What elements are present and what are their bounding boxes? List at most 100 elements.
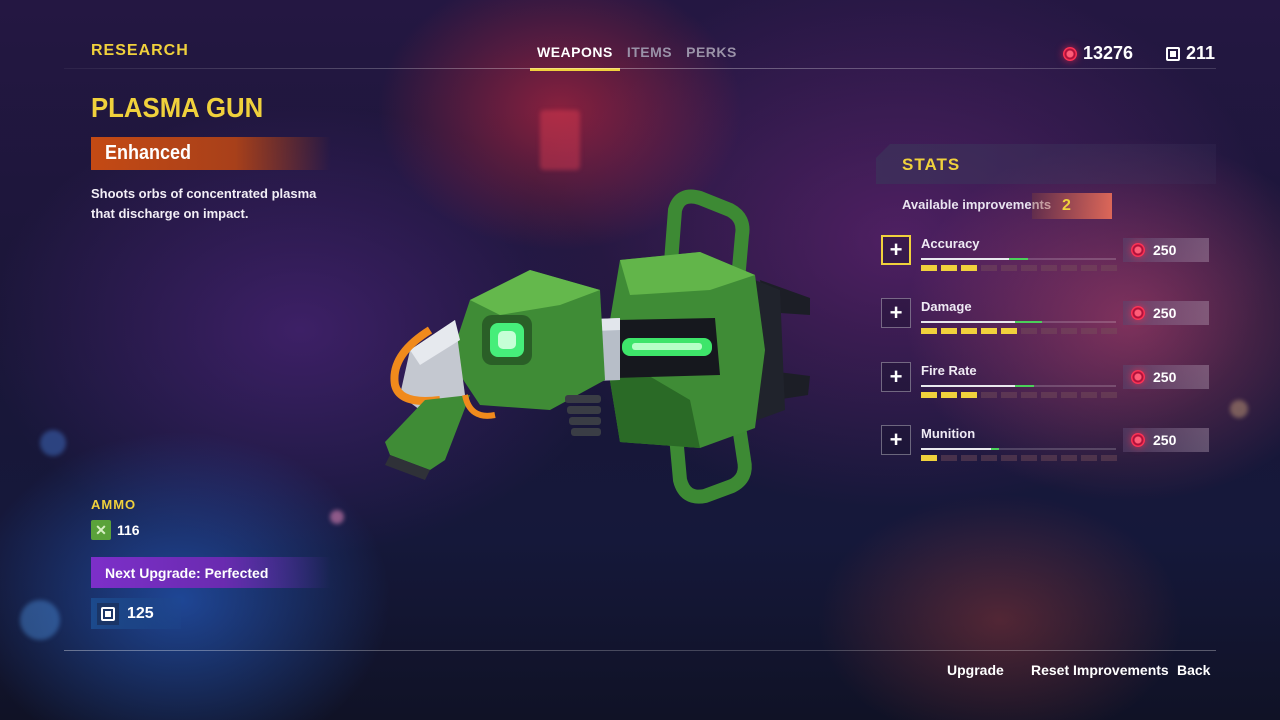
- upgrade-button[interactable]: Upgrade: [947, 662, 1004, 678]
- stat-cost: 250: [1123, 365, 1209, 389]
- improve-accuracy-button[interactable]: +: [881, 235, 911, 265]
- upgrade-cost: 125: [91, 598, 181, 629]
- level-segment: [1101, 328, 1117, 334]
- credits-counter: 13276: [1063, 43, 1133, 64]
- level-segment: [1001, 328, 1017, 334]
- level-segment: [1021, 455, 1037, 461]
- page-title: RESEARCH: [91, 42, 189, 59]
- credit-coin-icon: [1131, 243, 1145, 257]
- level-segment: [921, 265, 937, 271]
- research-screen: RESEARCH WEAPONS ITEMS PERKS 13276 211 P…: [0, 0, 1280, 720]
- level-segment: [1021, 328, 1037, 334]
- tier-badge: Enhanced: [91, 137, 331, 170]
- level-segment: [1101, 392, 1117, 398]
- plasma-gun-model: [385, 189, 810, 504]
- stat-cost-value: 250: [1153, 432, 1177, 448]
- level-segment: [1081, 392, 1097, 398]
- improve-fire-rate-button[interactable]: +: [881, 362, 911, 392]
- upgrade-cost-value: 125: [127, 604, 154, 622]
- next-upgrade-label: Next Upgrade: Perfected: [105, 564, 269, 581]
- bokeh-light: [1230, 400, 1248, 418]
- stat-level-segments: [921, 455, 1117, 461]
- level-segment: [981, 328, 997, 334]
- level-segment: [1061, 328, 1077, 334]
- stat-bar: [921, 448, 1116, 450]
- credits-value: 13276: [1083, 43, 1134, 63]
- stat-row-munition: + Munition 250: [881, 425, 1211, 473]
- credit-coin-icon: [1063, 46, 1077, 61]
- weapon-description: Shoots orbs of concentrated plasma that …: [91, 186, 317, 221]
- weapon-name: PLASMA GUN: [91, 92, 264, 123]
- bokeh-light: [40, 430, 66, 456]
- level-segment: [1021, 265, 1037, 271]
- chip-icon: [1166, 46, 1180, 61]
- stat-row-fire-rate: + Fire Rate 250: [881, 362, 1211, 410]
- level-segment: [1061, 392, 1077, 398]
- next-upgrade-banner: Next Upgrade: Perfected: [91, 557, 331, 588]
- stat-level-segments: [921, 328, 1117, 334]
- level-segment: [1101, 455, 1117, 461]
- tier-label: Enhanced: [105, 142, 192, 164]
- improve-damage-button[interactable]: +: [881, 298, 911, 328]
- chips-counter: 211: [1166, 43, 1215, 64]
- level-segment: [1041, 328, 1057, 334]
- level-segment: [1041, 392, 1057, 398]
- level-segment: [1001, 392, 1017, 398]
- available-improvements-label: Available improvements: [902, 197, 1052, 212]
- level-segment: [961, 392, 977, 398]
- chip-icon: [97, 602, 119, 625]
- stat-cost: 250: [1123, 238, 1209, 262]
- bokeh-light: [20, 600, 60, 640]
- level-segment: [921, 392, 937, 398]
- level-segment: [961, 265, 977, 271]
- level-segment: [1001, 455, 1017, 461]
- ammo-title: AMMO: [91, 497, 137, 512]
- level-segment: [1081, 455, 1097, 461]
- stat-row-damage: + Damage 250: [881, 298, 1211, 346]
- level-segment: [1061, 455, 1077, 461]
- back-button[interactable]: Back: [1177, 662, 1210, 678]
- level-segment: [941, 328, 957, 334]
- reset-improvements-button[interactable]: Reset Improvements: [1031, 662, 1169, 678]
- level-segment: [961, 455, 977, 461]
- header-divider: [64, 68, 1216, 69]
- level-segment: [1041, 265, 1057, 271]
- stats-title: STATS: [902, 155, 961, 174]
- credit-coin-icon: [1131, 370, 1145, 384]
- stat-bar: [921, 321, 1116, 323]
- ammo-count: 116: [117, 522, 140, 538]
- level-segment: [921, 455, 937, 461]
- stat-name: Fire Rate: [921, 363, 977, 378]
- stat-cost: 250: [1123, 301, 1209, 325]
- tab-weapons[interactable]: WEAPONS: [530, 44, 620, 71]
- improve-munition-button[interactable]: +: [881, 425, 911, 455]
- chips-value: 211: [1186, 43, 1216, 63]
- stat-cost-value: 250: [1153, 242, 1177, 258]
- level-segment: [1061, 265, 1077, 271]
- tab-perks[interactable]: PERKS: [679, 44, 744, 71]
- ammo-icon: ✕: [91, 520, 111, 540]
- available-improvements-box: 2: [1032, 193, 1112, 219]
- tab-items[interactable]: ITEMS: [620, 44, 679, 71]
- ammo-row: ✕ 116: [91, 520, 140, 540]
- credit-coin-icon: [1131, 306, 1145, 320]
- level-segment: [1021, 392, 1037, 398]
- stat-cost: 250: [1123, 428, 1209, 452]
- level-segment: [961, 328, 977, 334]
- neon-sign: [540, 110, 580, 170]
- stat-bar: [921, 385, 1116, 387]
- level-segment: [981, 265, 997, 271]
- level-segment: [941, 392, 957, 398]
- bokeh-light: [330, 510, 344, 524]
- level-segment: [941, 265, 957, 271]
- available-improvements-value: 2: [1062, 197, 1071, 214]
- stat-bar: [921, 258, 1116, 260]
- credit-coin-icon: [1131, 433, 1145, 447]
- stat-level-segments: [921, 265, 1117, 271]
- stat-name: Accuracy: [921, 236, 980, 251]
- stat-level-segments: [921, 392, 1117, 398]
- stat-row-accuracy: + Accuracy 250: [881, 235, 1211, 283]
- level-segment: [941, 455, 957, 461]
- stat-cost-value: 250: [1153, 369, 1177, 385]
- stat-name: Munition: [921, 426, 976, 441]
